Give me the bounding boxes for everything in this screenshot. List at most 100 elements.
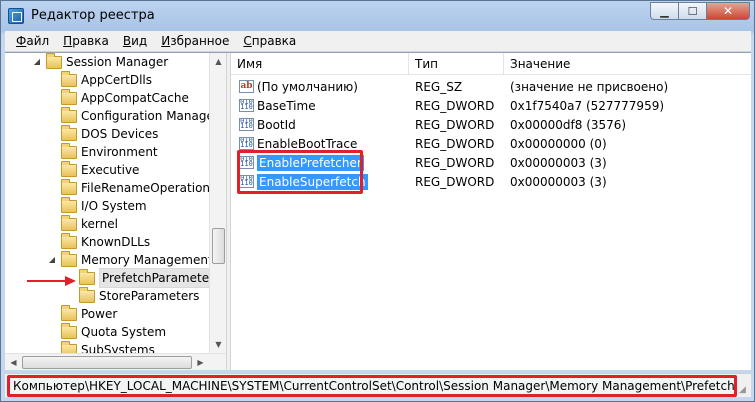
tree-item-label: Environment bbox=[81, 145, 158, 159]
value-data: 0x1f7540a7 (527777959) bbox=[510, 99, 665, 113]
scroll-up-icon[interactable]: ▲ bbox=[210, 53, 226, 70]
menu-help-label: правка bbox=[251, 34, 297, 48]
tree-item-label: I/O System bbox=[81, 199, 147, 213]
close-button[interactable]: ✕ bbox=[706, 2, 750, 20]
menu-edit-label: равка bbox=[72, 34, 109, 48]
value-name: (По умолчанию) bbox=[257, 80, 358, 94]
menu-file-accelerator: Ф bbox=[16, 34, 27, 48]
menu-file[interactable]: Файл bbox=[9, 34, 56, 48]
maximize-icon: ☐ bbox=[687, 4, 698, 18]
menu-help[interactable]: Справка bbox=[236, 34, 303, 48]
registry-path: Компьютер\HKEY_LOCAL_MACHINE\SYSTEM\Curr… bbox=[7, 375, 737, 397]
folder-icon bbox=[61, 214, 77, 231]
menu-edit[interactable]: Правка bbox=[56, 34, 116, 48]
folder-icon bbox=[61, 304, 77, 321]
menu-view[interactable]: Вид bbox=[116, 34, 154, 48]
folder-icon bbox=[61, 322, 77, 339]
tree-item-configuration-manager[interactable]: Configuration Manager bbox=[61, 106, 219, 125]
window-title: Редактор реестра bbox=[31, 8, 155, 23]
minimize-icon: ▁ bbox=[660, 4, 669, 18]
minimize-button[interactable]: ▁ bbox=[650, 2, 678, 20]
tree-item-prefetchparameters[interactable]: PrefetchParameters bbox=[79, 268, 224, 288]
tree-item-label: Executive bbox=[81, 163, 140, 177]
scroll-left-icon[interactable]: ◀ bbox=[5, 354, 22, 370]
tree-item-io-system[interactable]: I/O System bbox=[61, 196, 147, 215]
tree-item-session-manager[interactable]: ◢ Session Manager bbox=[31, 53, 168, 71]
value-type: REG_SZ bbox=[415, 80, 463, 94]
column-header-type[interactable]: Тип bbox=[409, 53, 504, 75]
folder-icon bbox=[61, 160, 77, 177]
tree-vertical-scrollbar[interactable]: ▲ ▼ bbox=[209, 53, 226, 353]
tree-item-dos-devices[interactable]: DOS Devices bbox=[61, 124, 159, 143]
value-name-cell: 010 110 BootId bbox=[239, 116, 296, 135]
list-row-bootid[interactable]: 010 110 BootId REG_DWORD 0x00000df8 (3576) bbox=[231, 116, 751, 135]
tree-item-label: Session Manager bbox=[66, 55, 169, 69]
tree-item-label: Memory Management bbox=[81, 253, 213, 267]
value-type: REG_DWORD bbox=[415, 137, 495, 151]
column-header-name[interactable]: Имя bbox=[231, 53, 409, 75]
binary-value-icon: 010 110 bbox=[239, 137, 254, 150]
tree-item-quota-system[interactable]: Quota System bbox=[61, 322, 166, 341]
column-header-value[interactable]: Значение bbox=[504, 53, 751, 75]
red-pointer-arrow-icon bbox=[27, 276, 76, 286]
scroll-thumb[interactable] bbox=[212, 228, 225, 264]
scroll-down-icon[interactable]: ▼ bbox=[210, 336, 226, 353]
tree-item-label: kernel bbox=[81, 217, 118, 231]
tree-item-label: FileRenameOperations bbox=[81, 181, 217, 195]
list-header: Имя Тип Значение bbox=[231, 53, 751, 75]
tree-item-label: StoreParameters bbox=[99, 289, 200, 303]
folder-icon bbox=[61, 124, 77, 141]
tree-item-memory-management[interactable]: ◢ Memory Management bbox=[46, 250, 213, 269]
value-data: 0x00000000 (0) bbox=[510, 137, 607, 151]
tree-item-storeparameters[interactable]: StoreParameters bbox=[79, 286, 200, 305]
list-row-basetime[interactable]: 010 110 BaseTime REG_DWORD 0x1f7540a7 (527… bbox=[231, 97, 751, 116]
menu-file-label: айл bbox=[26, 34, 50, 48]
folder-icon bbox=[61, 250, 77, 267]
registry-editor-window: Редактор реестра ▁ ☐ ✕ Файл Правка Вид И… bbox=[0, 0, 755, 402]
tree-item-label: PrefetchParameters bbox=[99, 268, 224, 288]
tree-item-environment[interactable]: Environment bbox=[61, 142, 158, 161]
registry-tree: ◢ Session Manager AppCertDlls AppCompatC… bbox=[5, 53, 226, 370]
menu-favorites[interactable]: Избранное bbox=[154, 34, 236, 48]
scroll-thumb[interactable] bbox=[22, 356, 192, 369]
menu-help-accelerator: С bbox=[243, 34, 252, 48]
tree-item-label: KnownDLLs bbox=[81, 235, 151, 249]
maximize-button[interactable]: ☐ bbox=[678, 2, 706, 20]
scroll-right-icon[interactable]: ▶ bbox=[192, 354, 209, 370]
folder-icon bbox=[61, 88, 77, 105]
collapse-arrow-icon[interactable]: ◢ bbox=[46, 251, 58, 269]
list-row-default[interactable]: ab (По умолчанию) REG_SZ (значение не при… bbox=[231, 78, 751, 97]
tree-item-label: Configuration Manager bbox=[81, 109, 219, 123]
value-type: REG_DWORD bbox=[415, 99, 495, 113]
title-bar[interactable]: Редактор реестра ▁ ☐ ✕ bbox=[1, 1, 754, 31]
tree-item-appcompatcache[interactable]: AppCompatCache bbox=[61, 88, 189, 107]
menu-edit-accelerator: П bbox=[63, 34, 73, 48]
tree-item-label: DOS Devices bbox=[81, 127, 159, 141]
tree-item-power[interactable]: Power bbox=[61, 304, 117, 323]
client-area: ◢ Session Manager AppCertDlls AppCompatC… bbox=[5, 52, 751, 370]
tree-item-kernel[interactable]: kernel bbox=[61, 214, 118, 233]
folder-icon bbox=[61, 196, 77, 213]
value-data: 0x00000df8 (3576) bbox=[510, 118, 627, 132]
folder-icon bbox=[61, 142, 77, 159]
collapse-arrow-icon[interactable]: ◢ bbox=[31, 53, 43, 71]
tree-horizontal-scrollbar[interactable]: ◀ ▶ bbox=[5, 353, 226, 370]
close-icon: ✕ bbox=[722, 4, 734, 18]
regedit-app-icon bbox=[8, 8, 24, 24]
tree-item-executive[interactable]: Executive bbox=[61, 160, 140, 179]
value-type: REG_DWORD bbox=[415, 118, 495, 132]
tree-item-knowndlls[interactable]: KnownDLLs bbox=[61, 232, 151, 251]
tree-item-filerenameoperations[interactable]: FileRenameOperations bbox=[61, 178, 217, 197]
status-bar: Компьютер\HKEY_LOCAL_MACHINE\SYSTEM\Curr… bbox=[5, 373, 751, 397]
binary-value-icon: 010 110 bbox=[239, 99, 254, 112]
value-data: 0x00000003 (3) bbox=[510, 156, 607, 170]
caption-buttons: ▁ ☐ ✕ bbox=[650, 2, 750, 20]
resize-grip-icon[interactable]: ◢ bbox=[739, 385, 751, 397]
folder-icon bbox=[79, 286, 95, 303]
tree-item-appcertdlls[interactable]: AppCertDlls bbox=[61, 70, 152, 89]
value-data: (значение не присвоено) bbox=[510, 80, 669, 94]
value-data: 0x00000003 (3) bbox=[510, 175, 607, 189]
menu-favorites-label: збранное bbox=[170, 34, 230, 48]
value-name: EnableBootTrace bbox=[257, 137, 358, 151]
folder-icon bbox=[46, 53, 62, 69]
